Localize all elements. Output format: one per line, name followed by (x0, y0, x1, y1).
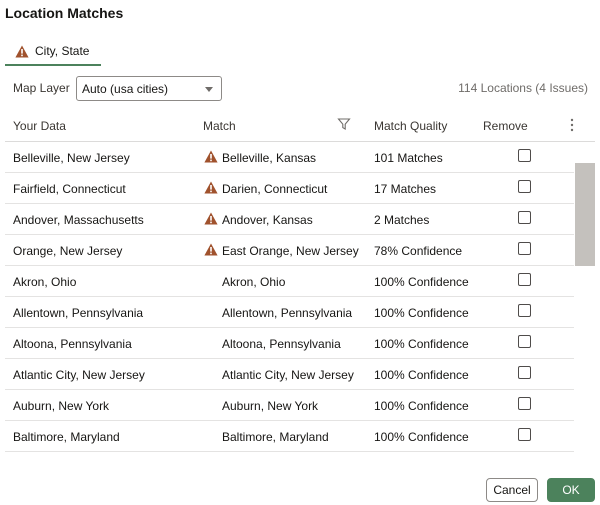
cell-match-quality: 100% Confidence (374, 275, 469, 289)
matches-table: Your Data Match Match Quality Remove Bel… (5, 111, 595, 463)
table-body: Belleville, New Jersey Belleville, Kansas… (5, 142, 574, 452)
table-row: Baltimore, Maryland Baltimore, Maryland 10… (5, 421, 574, 452)
table-row: Altoona, Pennsylvania Altoona, Pennsylvan… (5, 328, 574, 359)
tab-label: City, State (35, 44, 90, 58)
cell-your-data: Atlantic City, New Jersey (13, 368, 145, 382)
cell-match[interactable]: Allentown, Pennsylvania (222, 306, 352, 320)
cell-match[interactable]: Darien, Connecticut (222, 182, 327, 196)
column-header-match[interactable]: Match (203, 119, 236, 133)
cell-your-data: Baltimore, Maryland (13, 430, 120, 444)
cell-your-data: Fairfield, Connecticut (13, 182, 126, 196)
cell-your-data: Belleville, New Jersey (13, 151, 130, 165)
cell-match-quality: 100% Confidence (374, 430, 469, 444)
table-row: Orange, New Jersey East Orange, New Jerse… (5, 235, 574, 266)
remove-checkbox[interactable] (518, 211, 531, 224)
cell-match-quality: 101 Matches (374, 151, 443, 165)
map-layer-select[interactable]: Auto (usa cities) (76, 76, 222, 101)
dialog-title: Location Matches (5, 5, 124, 21)
cell-match[interactable]: Auburn, New York (222, 399, 318, 413)
map-layer-value: Auto (usa cities) (82, 81, 169, 96)
cell-match-quality: 78% Confidence (374, 244, 463, 258)
chevron-down-icon (205, 87, 213, 92)
cell-match[interactable]: Akron, Ohio (222, 275, 285, 289)
table-row: Atlantic City, New Jersey Atlantic City, … (5, 359, 574, 390)
cell-match-quality: 100% Confidence (374, 306, 469, 320)
warning-icon (15, 45, 29, 57)
cell-your-data: Akron, Ohio (13, 275, 77, 289)
remove-checkbox[interactable] (518, 180, 531, 193)
ok-button[interactable]: OK (547, 478, 595, 502)
table-header: Your Data Match Match Quality Remove (5, 111, 595, 142)
table-row: Andover, Massachusetts Andover, Kansas 2 M… (5, 204, 574, 235)
remove-checkbox[interactable] (518, 304, 531, 317)
cell-match[interactable]: Baltimore, Maryland (222, 430, 329, 444)
warning-icon (204, 181, 218, 194)
cell-your-data: Auburn, New York (13, 399, 110, 413)
warning-icon (204, 150, 218, 163)
cell-match[interactable]: Belleville, Kansas (222, 151, 316, 165)
table-row: Akron, Ohio Akron, Ohio 100% Confidence (5, 266, 574, 297)
scrollbar-thumb[interactable] (575, 163, 595, 266)
column-header-match-quality[interactable]: Match Quality (374, 119, 447, 133)
table-row: Auburn, New York Auburn, New York 100% Con… (5, 390, 574, 421)
remove-checkbox[interactable] (518, 366, 531, 379)
cell-match-quality: 100% Confidence (374, 399, 469, 413)
remove-checkbox[interactable] (518, 242, 531, 255)
locations-summary: 114 Locations (4 Issues) (458, 81, 588, 95)
tab-city-state[interactable]: City, State (5, 38, 101, 66)
remove-checkbox[interactable] (518, 273, 531, 286)
table-row: Fairfield, Connecticut Darien, Connecticu… (5, 173, 574, 204)
table-row: Belleville, New Jersey Belleville, Kansas… (5, 142, 574, 173)
filter-icon[interactable] (337, 117, 351, 131)
remove-checkbox[interactable] (518, 428, 531, 441)
cell-your-data: Orange, New Jersey (13, 244, 123, 258)
cell-match-quality: 100% Confidence (374, 337, 469, 351)
cell-match-quality: 100% Confidence (374, 368, 469, 382)
cell-match[interactable]: East Orange, New Jersey (222, 244, 359, 258)
remove-checkbox[interactable] (518, 335, 531, 348)
tab-bar: City, State (5, 38, 101, 66)
cell-match[interactable]: Andover, Kansas (222, 213, 313, 227)
warning-icon (204, 212, 218, 225)
cell-your-data: Altoona, Pennsylvania (13, 337, 132, 351)
cell-your-data: Allentown, Pennsylvania (13, 306, 144, 320)
column-header-your-data[interactable]: Your Data (13, 119, 66, 133)
column-header-remove: Remove (483, 119, 528, 133)
cell-match[interactable]: Altoona, Pennsylvania (222, 337, 341, 351)
more-options-icon[interactable] (568, 117, 576, 133)
cell-match[interactable]: Atlantic City, New Jersey (222, 368, 354, 382)
table-row: Allentown, Pennsylvania Allentown, Pennsy… (5, 297, 574, 328)
map-layer-label: Map Layer (13, 81, 70, 95)
cell-match-quality: 2 Matches (374, 213, 430, 227)
cell-match-quality: 17 Matches (374, 182, 437, 196)
cancel-button[interactable]: Cancel (486, 478, 538, 502)
remove-checkbox[interactable] (518, 149, 531, 162)
cell-your-data: Andover, Massachusetts (13, 213, 144, 227)
remove-checkbox[interactable] (518, 397, 531, 410)
warning-icon (204, 243, 218, 256)
